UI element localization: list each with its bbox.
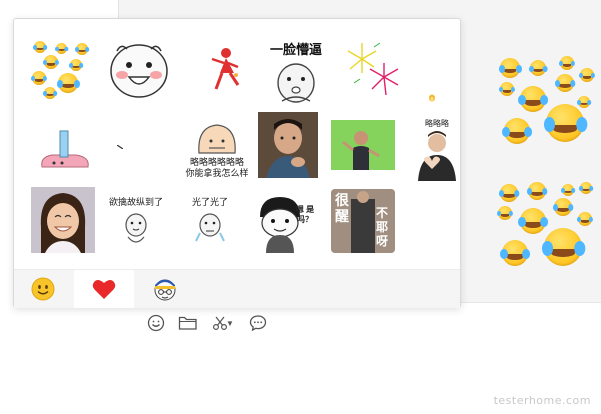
chat-history-button[interactable] [248, 313, 268, 333]
sticker-tiny-mark[interactable] [110, 139, 130, 155]
sticker-caption: 一脸懵逼 [269, 42, 322, 57]
sticker-fireworks[interactable] [342, 37, 406, 101]
sticker-panel: 一脸懵逼 略略略略略略 你能拿我怎么样 略略略 欲擒故纵到了 光了光了 嗯 是吗… [13, 18, 461, 308]
sticker-caption: 欲擒故纵到了 [108, 197, 163, 207]
tab-sticker-pack[interactable] [136, 270, 194, 308]
sticker-doodle-caption-2[interactable]: 光了光了 [178, 191, 242, 255]
watermark: testerhome.com [493, 394, 591, 407]
sticker-lying-pink-creature[interactable] [32, 117, 96, 181]
sticker-tiny-flame[interactable] [422, 89, 442, 105]
folder-icon [178, 316, 197, 330]
sticker-caption: 呀 [375, 234, 388, 248]
chat-bubble-icon [249, 315, 267, 332]
sticker-calligraphy-photo[interactable]: 很 醒 不 耶 呀 [331, 189, 395, 253]
sticker-caption: 醒 [335, 208, 349, 224]
sticker-man-heart[interactable]: 略略略 [408, 117, 466, 181]
sticker-caption: 光了光了 [191, 197, 228, 207]
screenshot-button[interactable]: ▼ [210, 313, 236, 333]
sticker-greenscreen-kid[interactable] [331, 120, 395, 170]
sticker-mushroom-head[interactable]: 嗯 是吗？ [254, 191, 324, 255]
smiley-face-icon [31, 277, 55, 301]
sticker-cry-laugh-group[interactable] [30, 37, 94, 101]
cartoon-avatar-icon [154, 279, 176, 301]
sticker-bald-cartoon[interactable]: 略略略略略略 你能拿我怎么样 [180, 119, 254, 185]
sticker-caption: 很 [335, 192, 349, 208]
sticker-caption: 不 [375, 206, 388, 220]
sticker-tab-bar [14, 269, 460, 308]
heart-icon [92, 280, 116, 299]
emoji-button[interactable] [146, 313, 166, 333]
smiley-icon [147, 314, 165, 332]
sticker-caption: 耶 [375, 220, 388, 234]
sticker-doodle-caption-1[interactable]: 欲擒故纵到了 [104, 191, 168, 255]
input-toolbar: ▼ [146, 312, 268, 334]
tab-favorites[interactable] [74, 270, 134, 308]
sticker-blushing-face[interactable] [105, 35, 173, 103]
sticker-confused-face[interactable]: 一脸懵逼 [262, 37, 330, 105]
caret-down-icon[interactable]: ▼ [226, 319, 234, 328]
sticker-dancing-figure[interactable] [194, 37, 258, 101]
sticker-caption: 略略略 [425, 119, 449, 128]
sticker-caption: 嗯 是吗？ [295, 205, 315, 224]
sticker-smiling-girl-photo[interactable] [31, 187, 95, 253]
file-button[interactable] [178, 313, 198, 333]
sticker-grid: 一脸懵逼 略略略略略略 你能拿我怎么样 略略略 欲擒故纵到了 光了光了 嗯 是吗… [14, 19, 460, 269]
sticker-caption: 你能拿我怎么样 [185, 168, 249, 178]
tab-emoji[interactable] [14, 270, 72, 308]
sticker-caption: 略略略略略略 [189, 157, 244, 167]
sticker-kid-photo[interactable] [258, 112, 318, 178]
